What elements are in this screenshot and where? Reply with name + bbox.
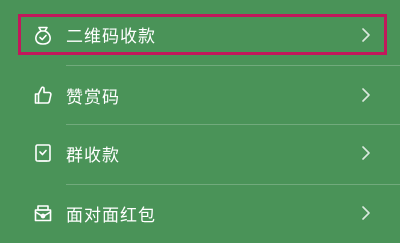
menu-item-appreciation-code[interactable]: 赞赏码 bbox=[0, 72, 400, 118]
divider bbox=[66, 184, 400, 185]
money-bag-icon bbox=[30, 22, 56, 48]
menu-item-qr-collect[interactable]: 二维码收款 bbox=[0, 14, 400, 55]
menu-item-label: 群收款 bbox=[66, 145, 120, 166]
group-collect-icon bbox=[30, 140, 56, 166]
menu-item-label: 二维码收款 bbox=[66, 27, 156, 47]
chevron-right-icon bbox=[360, 145, 372, 161]
menu-item-group-collect[interactable]: 群收款 bbox=[0, 130, 400, 176]
thumbs-up-icon bbox=[30, 82, 56, 108]
menu-item-label: 赞赏码 bbox=[66, 87, 120, 108]
red-packet-icon bbox=[30, 200, 56, 226]
chevron-right-icon bbox=[360, 27, 372, 43]
divider bbox=[66, 124, 400, 125]
menu-item-label: 面对面红包 bbox=[66, 205, 156, 226]
chevron-right-icon bbox=[360, 205, 372, 221]
menu-item-face-to-face-red-packet[interactable]: 面对面红包 bbox=[0, 190, 400, 236]
chevron-right-icon bbox=[360, 87, 372, 103]
payment-menu: 二维码收款 赞赏码 群收款 面对面红包 bbox=[0, 0, 400, 243]
divider bbox=[66, 65, 400, 66]
